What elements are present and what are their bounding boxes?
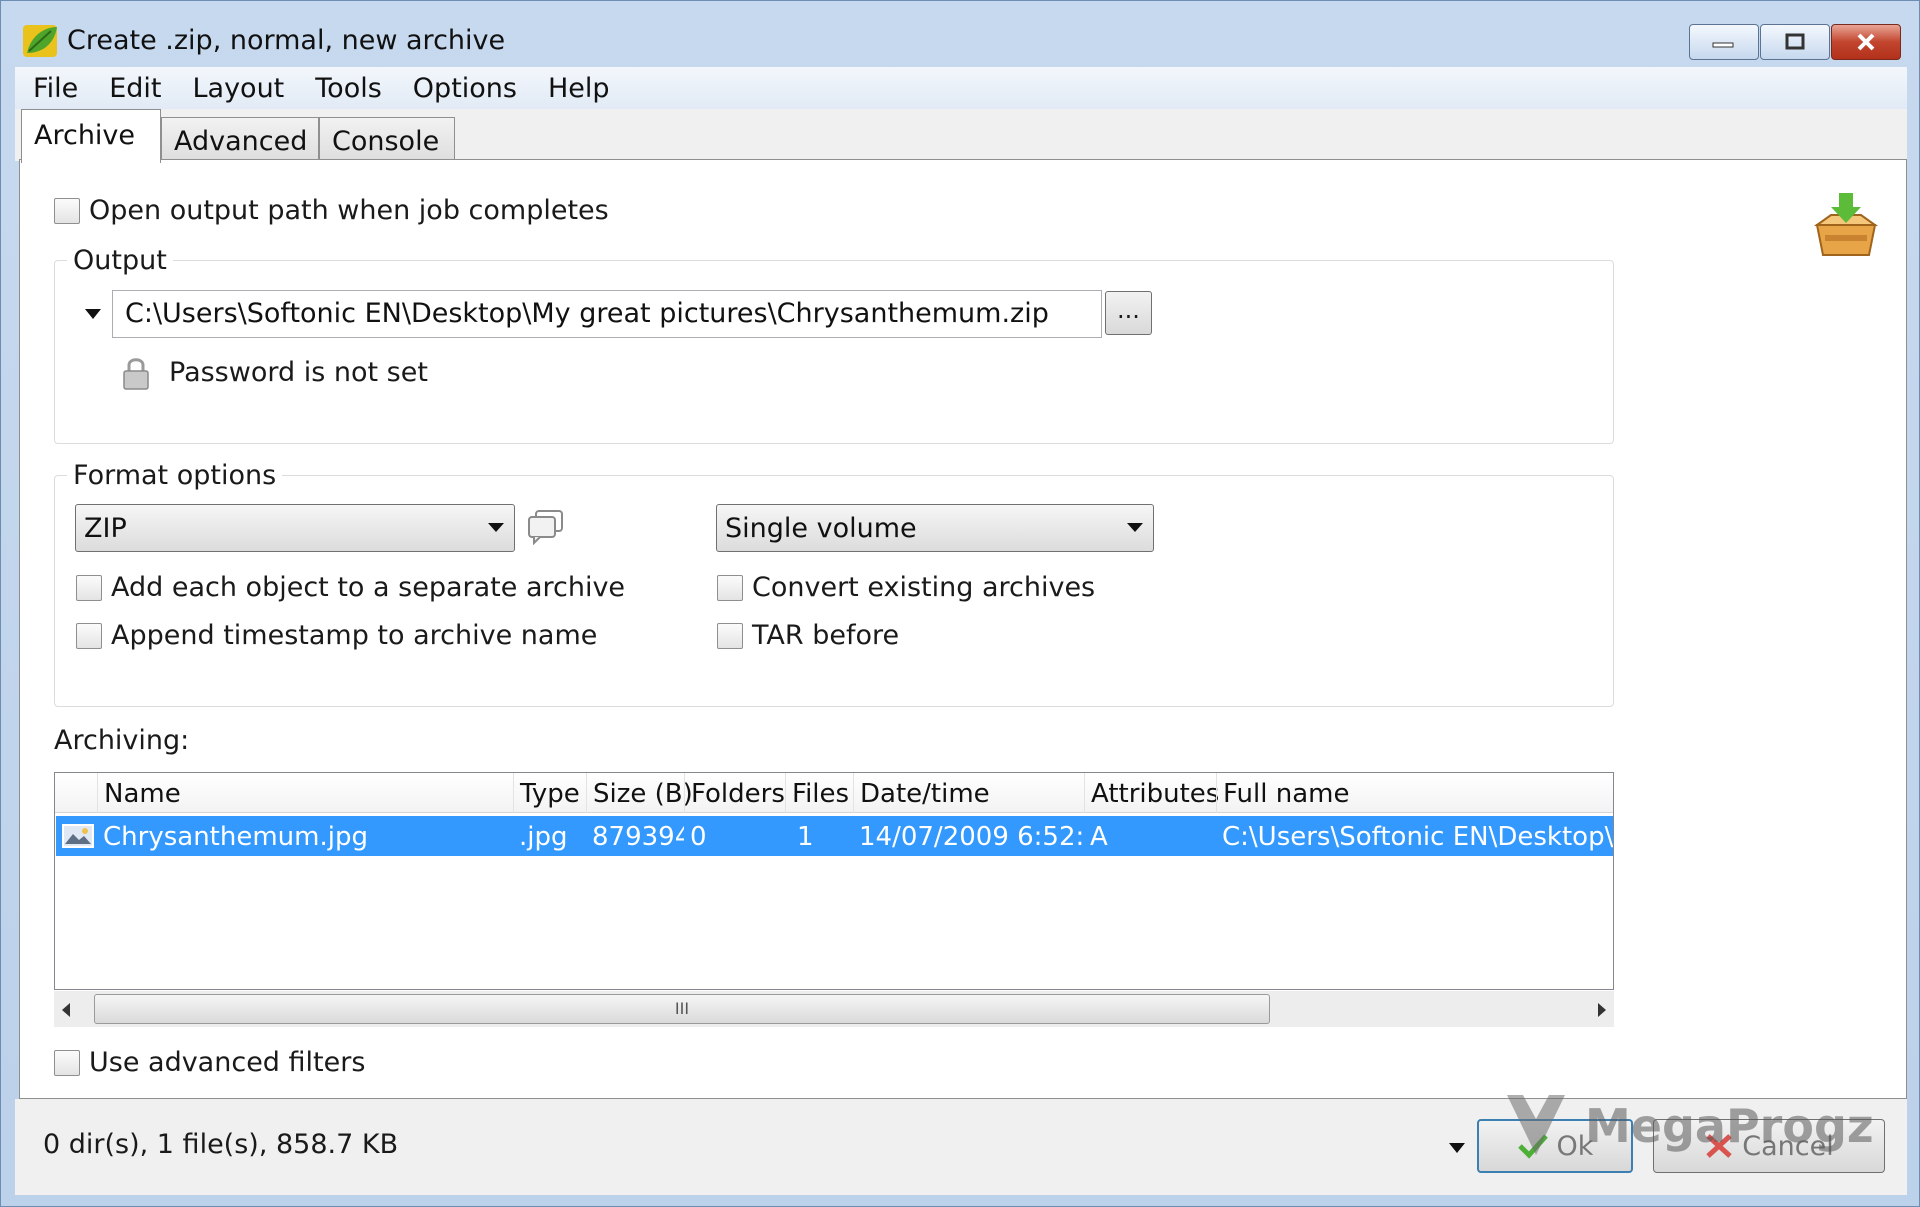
image-file-icon [62, 824, 94, 848]
add-separate-label: Add each object to a separate archive [111, 572, 626, 603]
list-header: Name Type Size (B) Folders Files Date/ti… [55, 773, 1613, 813]
scroll-left-arrow-icon[interactable] [62, 1003, 70, 1017]
tab-console[interactable]: Console [319, 117, 455, 165]
cell-files: 1 [797, 822, 814, 852]
format-select-value: ZIP [84, 513, 127, 544]
cell-full-name: C:\Users\Softonic EN\Desktop\My gre [1222, 822, 1613, 852]
chevron-down-icon [1127, 523, 1143, 532]
format-settings-icon[interactable] [526, 509, 566, 545]
output-path-input[interactable]: C:\Users\Softonic EN\Desktop\My great pi… [112, 290, 1102, 338]
format-select[interactable]: ZIP [75, 504, 515, 552]
tab-advanced[interactable]: Advanced [161, 117, 319, 165]
close-button[interactable] [1831, 24, 1901, 60]
column-type[interactable]: Type [513, 773, 586, 813]
status-summary: 0 dir(s), 1 file(s), 858.7 KB [43, 1129, 399, 1160]
tar-before-checkbox[interactable] [717, 623, 743, 649]
table-row[interactable]: Chrysanthemum.jpg .jpg 879394 0 1 14/07/… [56, 816, 1613, 856]
column-full-name[interactable]: Full name [1216, 773, 1613, 813]
convert-existing-checkbox[interactable] [717, 575, 743, 601]
cell-size: 879394 [592, 822, 684, 852]
restore-icon [1785, 33, 1805, 50]
chevron-down-icon [488, 523, 504, 532]
menu-layout[interactable]: Layout [192, 73, 284, 104]
watermark-shield-icon [1507, 1095, 1565, 1155]
column-folders[interactable]: Folders [684, 773, 785, 813]
horizontal-scrollbar[interactable]: III [54, 991, 1614, 1027]
format-options-title: Format options [67, 460, 283, 491]
cell-attributes: A [1090, 822, 1108, 852]
archiving-list[interactable]: Name Type Size (B) Folders Files Date/ti… [54, 772, 1614, 990]
column-datetime[interactable]: Date/time [853, 773, 1084, 813]
add-to-archive-icon[interactable] [1811, 191, 1881, 259]
open-output-checkbox[interactable] [54, 198, 80, 224]
column-name[interactable]: Name [97, 773, 513, 813]
volume-select[interactable]: Single volume [716, 504, 1154, 552]
tab-archive[interactable]: Archive [21, 109, 161, 163]
cell-datetime: 14/07/2009 6:52:26 [859, 822, 1084, 852]
watermark-logo: MegaProgz [1501, 1089, 1874, 1159]
advanced-filters-checkbox[interactable] [54, 1050, 80, 1076]
close-icon [1857, 33, 1875, 51]
menu-file[interactable]: File [33, 73, 78, 104]
scroll-right-arrow-icon[interactable] [1598, 1003, 1606, 1017]
output-group [54, 260, 1614, 444]
title-bar: Create .zip, normal, new archive [1, 1, 1919, 67]
password-status-label[interactable]: Password is not set [169, 357, 428, 388]
scroll-thumb[interactable]: III [94, 994, 1270, 1024]
append-timestamp-label: Append timestamp to archive name [111, 620, 598, 651]
tab-strip: Archive Advanced Console [15, 109, 1907, 165]
menu-edit[interactable]: Edit [109, 73, 161, 104]
column-size[interactable]: Size (B) [586, 773, 693, 813]
minimize-button[interactable] [1689, 24, 1759, 60]
convert-existing-label: Convert existing archives [752, 572, 1096, 603]
window-title: Create .zip, normal, new archive [67, 25, 506, 56]
cell-folders: 0 [690, 822, 707, 852]
browse-button[interactable]: ... [1105, 291, 1152, 335]
watermark-text: MegaProgz [1585, 1099, 1874, 1153]
cell-name: Chrysanthemum.jpg [103, 822, 368, 852]
column-files[interactable]: Files [785, 773, 853, 813]
tar-before-label: TAR before [752, 620, 900, 651]
volume-select-value: Single volume [725, 513, 917, 544]
menu-bar: File Edit Layout Tools Options Help [15, 67, 1907, 109]
open-output-label: Open output path when job completes [89, 195, 609, 226]
app-leaf-icon [23, 25, 57, 57]
add-separate-checkbox[interactable] [76, 575, 102, 601]
output-group-title: Output [67, 245, 173, 276]
cell-type: .jpg [519, 822, 568, 852]
archiving-label: Archiving: [54, 725, 190, 756]
path-history-dropdown-icon[interactable] [83, 307, 103, 321]
app-window: Create .zip, normal, new archive File Ed… [0, 0, 1920, 1207]
minimize-icon [1712, 42, 1734, 48]
column-attributes[interactable]: Attributes [1084, 773, 1219, 813]
chevron-down-icon[interactable] [1447, 1141, 1467, 1155]
append-timestamp-checkbox[interactable] [76, 623, 102, 649]
advanced-filters-label: Use advanced filters [89, 1047, 366, 1078]
menu-tools[interactable]: Tools [315, 73, 382, 104]
maximize-button[interactable] [1760, 24, 1830, 60]
lock-icon[interactable] [121, 355, 151, 391]
menu-help[interactable]: Help [548, 73, 610, 104]
menu-options[interactable]: Options [413, 73, 517, 104]
